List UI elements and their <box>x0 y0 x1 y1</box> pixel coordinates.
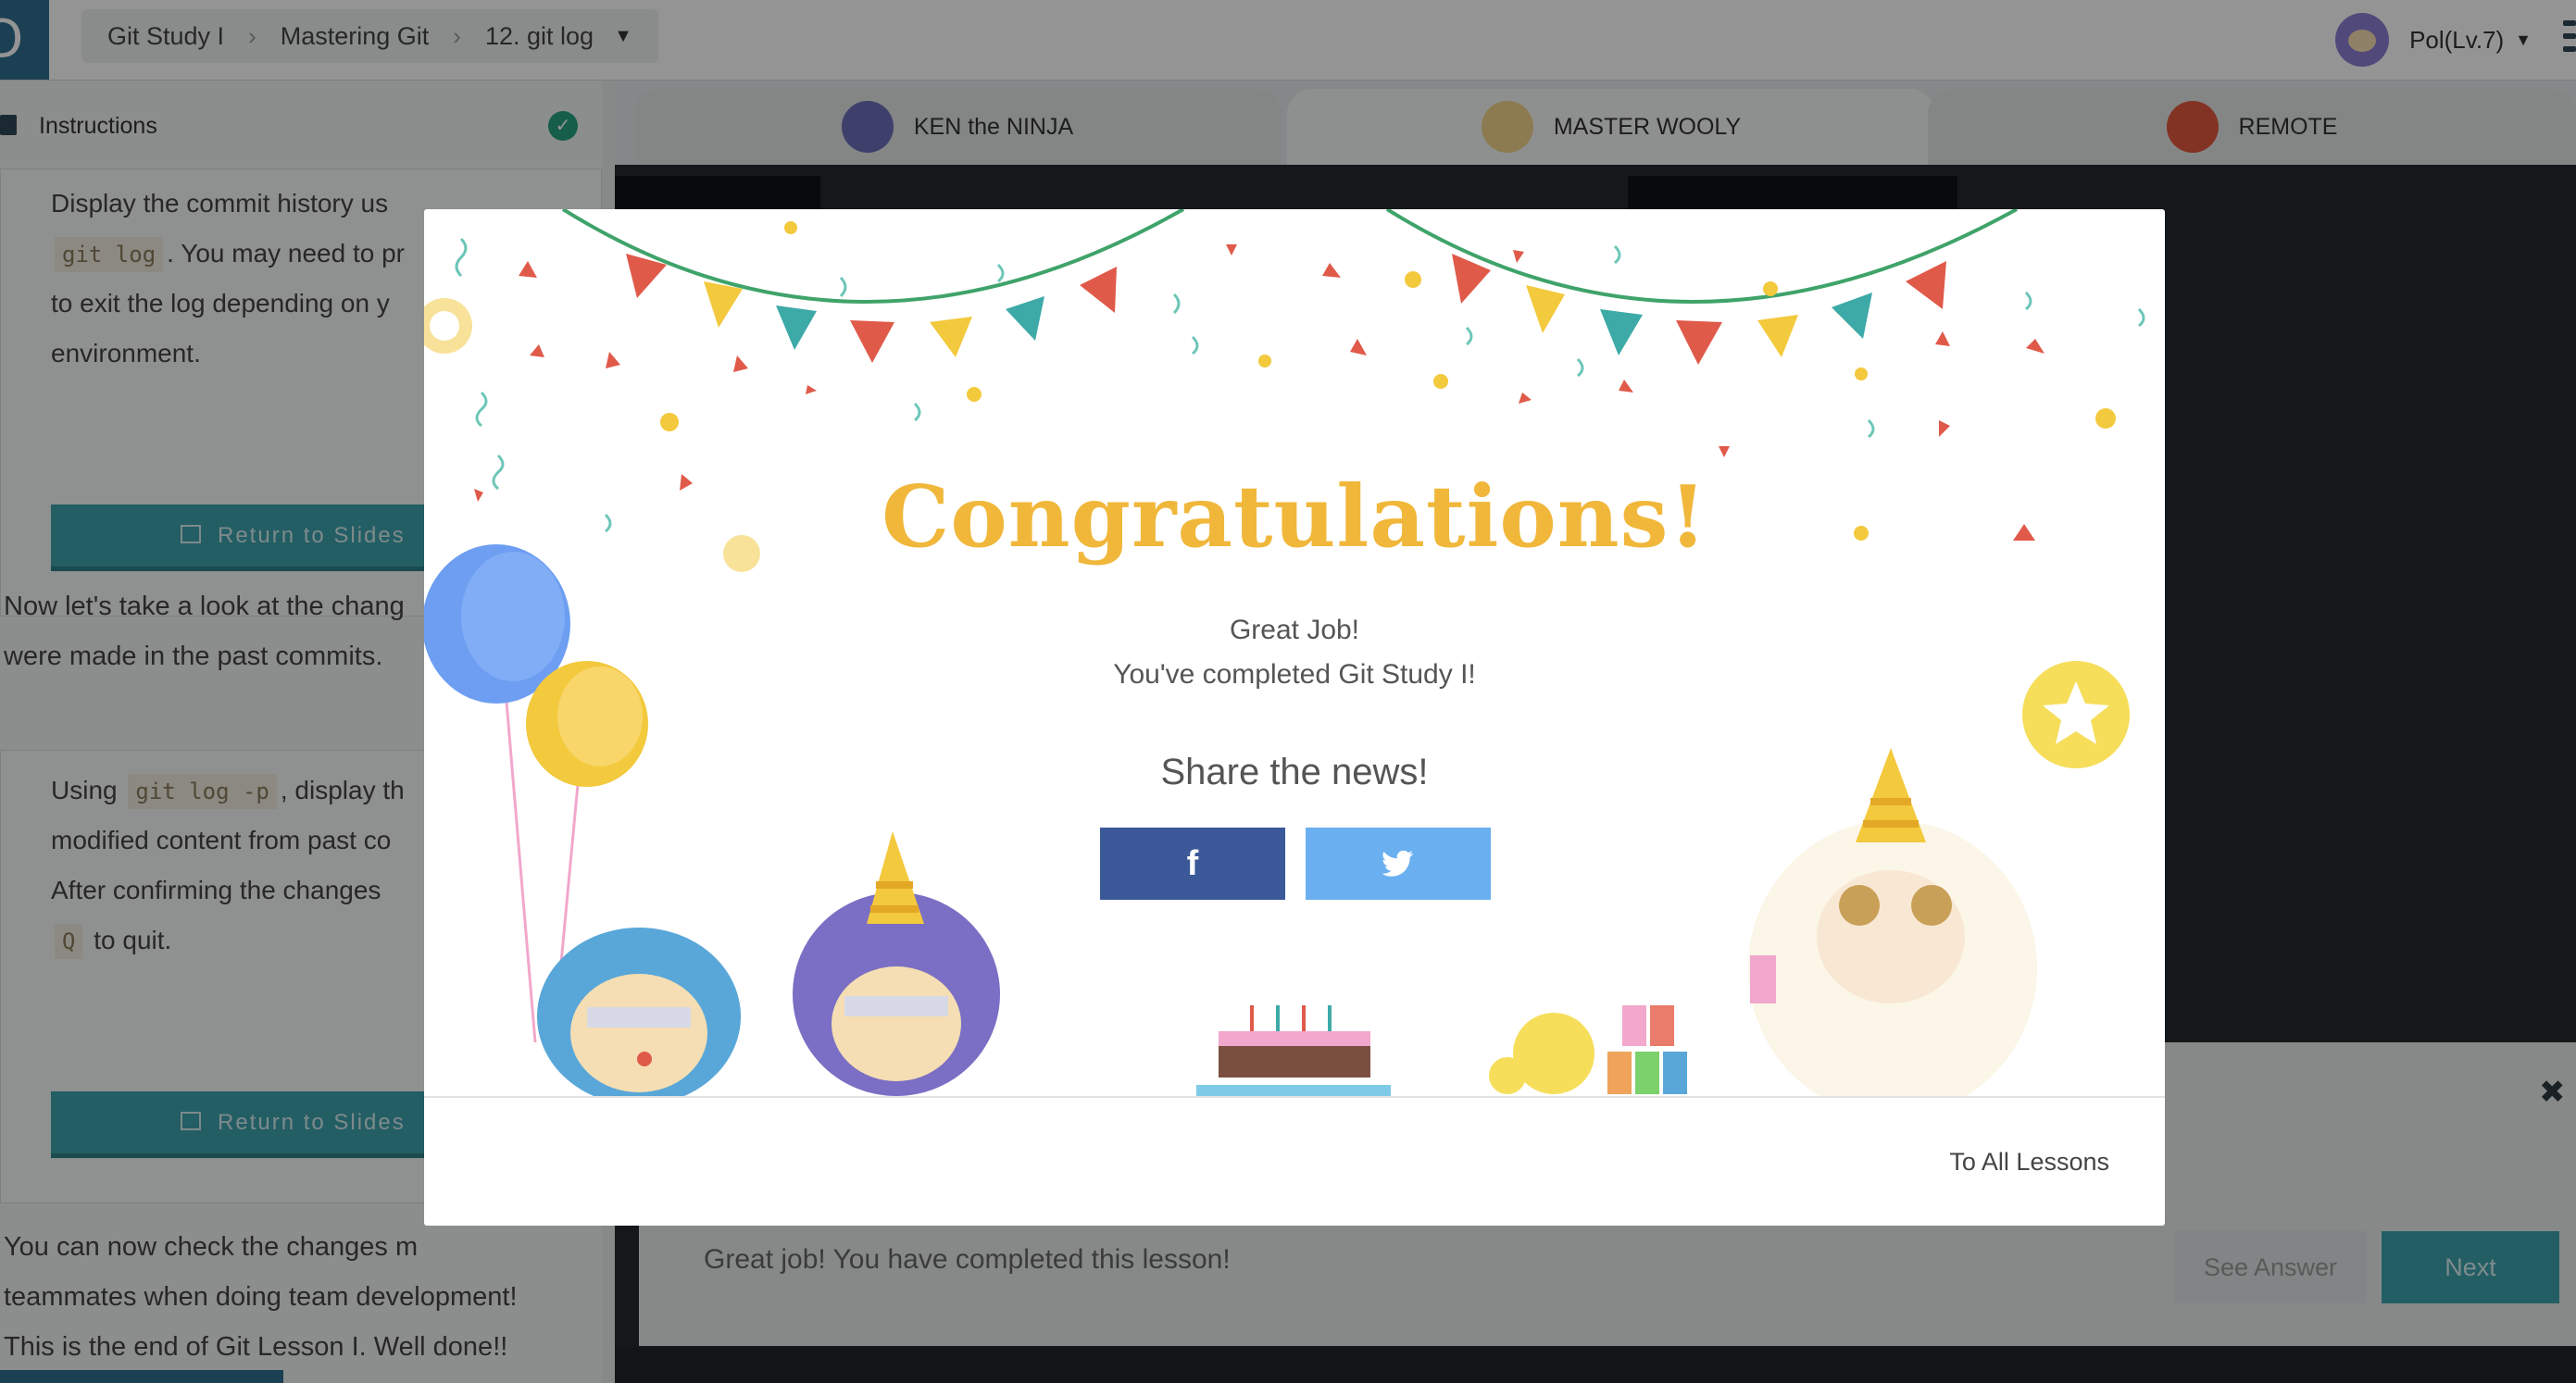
facebook-share-button[interactable]: f <box>1100 828 1285 900</box>
share-label: Share the news! <box>1160 752 1429 792</box>
celebration-illustration <box>424 209 2145 1098</box>
modal-divider <box>424 1096 2165 1098</box>
congratulations-title: Congratulations! <box>882 467 1707 567</box>
completed-text: You've completed Git Study I! <box>1113 659 1476 690</box>
twitter-icon <box>1382 851 1413 877</box>
congratulations-modal: Congratulations! Great Job! You've compl… <box>424 209 2165 1226</box>
great-job-text: Great Job! <box>1229 615 1360 645</box>
twitter-share-button[interactable] <box>1306 828 1491 900</box>
to-all-lessons-link[interactable]: To All Lessons <box>1949 1148 2109 1177</box>
facebook-icon: f <box>1186 843 1199 883</box>
